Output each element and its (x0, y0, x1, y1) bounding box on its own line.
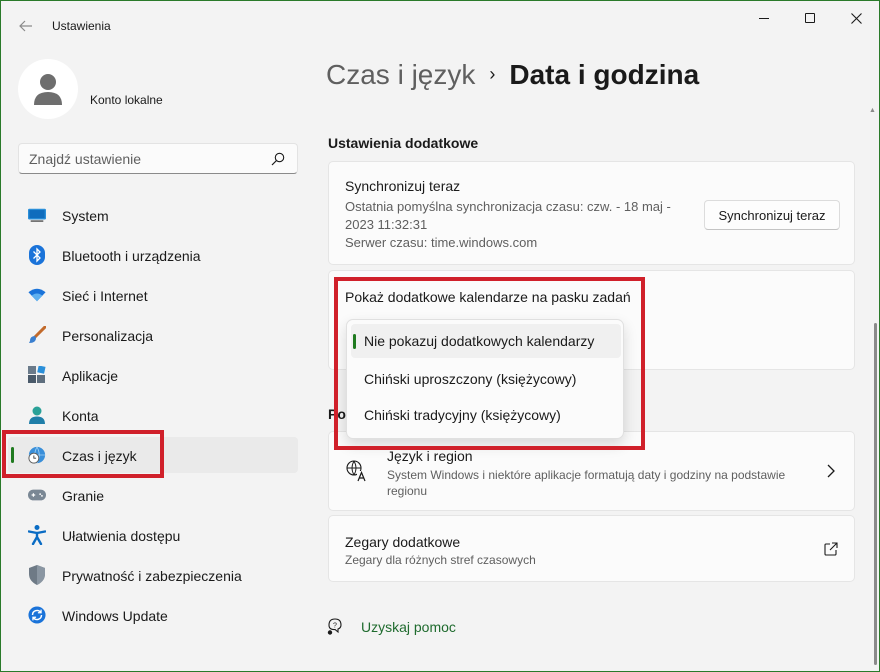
title-bar: Ustawienia (1, 1, 879, 49)
sidebar-item-label: Prywatność i zabezpieczenia (62, 568, 242, 584)
sidebar-item-accounts[interactable]: Konta (8, 397, 298, 433)
language-region-description: System Windows i niektóre aplikacje form… (387, 468, 786, 498)
maximize-icon (805, 13, 815, 23)
breadcrumb-separator: › (489, 64, 496, 84)
minimize-button[interactable] (741, 1, 787, 35)
chevron-right-icon (827, 464, 835, 478)
highlight-box-sidebar (2, 430, 164, 478)
sidebar-item-system[interactable]: System (8, 197, 298, 233)
search-icon (271, 152, 285, 166)
scroll-up-arrow[interactable]: ▲ (869, 107, 876, 114)
arrow-left-icon (19, 20, 32, 32)
sync-card: Synchronizuj teraz Ostatnia pomyślna syn… (328, 161, 855, 265)
sidebar-item-label: System (62, 208, 109, 224)
avatar[interactable] (18, 59, 78, 119)
extra-clocks-description: Zegary dla różnych stref czasowych (345, 553, 536, 567)
sync-now-button[interactable]: Synchronizuj teraz (704, 200, 840, 230)
get-help-label: Uzyskaj pomoc (361, 619, 456, 635)
sidebar-item-gaming[interactable]: Granie (8, 477, 298, 513)
sidebar-item-label: Personalizacja (62, 328, 154, 344)
highlight-box-calendars (334, 277, 645, 450)
sidebar-item-bluetooth[interactable]: Bluetooth i urządzenia (8, 237, 298, 273)
back-button[interactable] (13, 13, 39, 39)
maximize-button[interactable] (787, 1, 833, 35)
time-server-label: Serwer czasu: time.windows.com (345, 235, 538, 250)
wifi-icon (28, 286, 46, 304)
monitor-icon (28, 206, 46, 224)
page-title: Data i godzina (509, 59, 700, 90)
sidebar-item-accessibility[interactable]: Ułatwienia dostępu (8, 517, 298, 553)
sidebar-item-apps[interactable]: Aplikacje (8, 357, 298, 393)
sidebar-item-label: Aplikacje (62, 368, 119, 384)
sidebar-item-label: Ułatwienia dostępu (62, 528, 181, 544)
app-title: Ustawienia (52, 19, 111, 33)
section-title: Ustawienia dodatkowe (328, 135, 479, 151)
sidebar-item-windows-update[interactable]: Windows Update (8, 597, 298, 633)
breadcrumb-parent[interactable]: Czas i język (326, 59, 475, 90)
sync-title: Synchronizuj teraz (345, 178, 461, 194)
close-icon (850, 12, 862, 24)
sync-description: Ostatnia pomyślna synchronizacja czasu: … (345, 199, 671, 232)
get-help-link[interactable]: ? Uzyskaj pomoc (326, 616, 506, 638)
sidebar-item-privacy[interactable]: Prywatność i zabezpieczenia (8, 557, 298, 593)
gamepad-icon (28, 486, 46, 504)
sidebar-item-label: Bluetooth i urządzenia (62, 248, 201, 264)
minimize-icon (759, 17, 769, 19)
update-icon (28, 606, 46, 624)
brush-icon (28, 326, 46, 344)
sidebar-item-label: Sieć i Internet (62, 288, 148, 304)
sidebar-item-label: Konta (62, 408, 99, 424)
search-input[interactable] (29, 151, 259, 167)
language-region-title: Język i region (387, 448, 473, 464)
extra-clocks-title: Zegary dodatkowe (345, 534, 461, 550)
user-icon (34, 74, 62, 105)
external-link-icon (824, 542, 838, 556)
svg-text:?: ? (333, 623, 337, 630)
language-icon (346, 460, 368, 482)
sidebar-item-personalization[interactable]: Personalizacja (8, 317, 298, 353)
scrollbar-thumb[interactable] (874, 323, 877, 665)
settings-window: Ustawienia Konto lokalne System (0, 0, 880, 672)
sidebar-nav: System Bluetooth i urządzenia Sieć i Int… (8, 197, 298, 637)
apps-icon (28, 366, 46, 384)
accessibility-icon (28, 525, 46, 545)
sidebar-item-network[interactable]: Sieć i Internet (8, 277, 298, 313)
shield-icon (28, 565, 46, 585)
search-box[interactable] (18, 143, 298, 174)
breadcrumb: Czas i język › Data i godzina (326, 59, 699, 91)
person-icon (28, 406, 46, 424)
sidebar-item-label: Windows Update (62, 608, 168, 624)
profile-name: Konto lokalne (90, 93, 163, 107)
help-icon: ? (327, 618, 342, 635)
close-button[interactable] (833, 1, 879, 35)
bluetooth-icon (28, 245, 46, 265)
sidebar-item-label: Granie (62, 488, 105, 504)
extra-clocks-card[interactable]: Zegary dodatkowe Zegary dla różnych stre… (328, 515, 855, 582)
